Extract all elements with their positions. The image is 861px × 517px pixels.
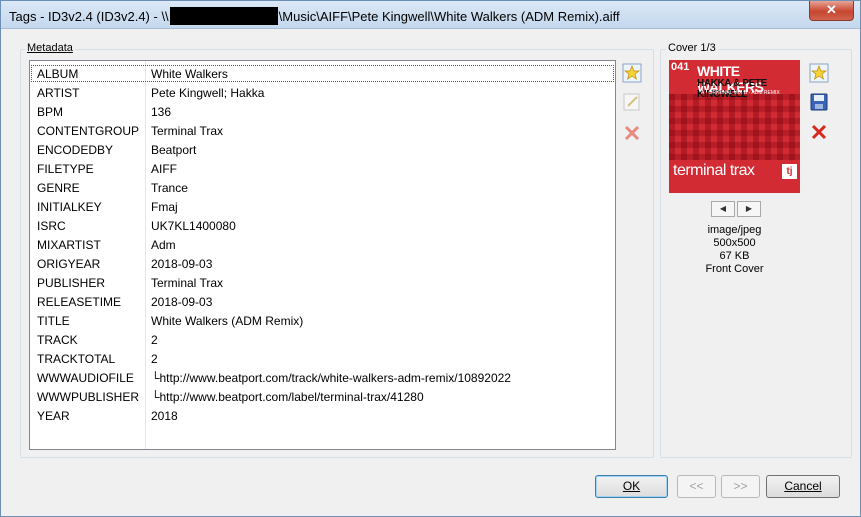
- table-row[interactable]: PUBLISHER Terminal Trax: [30, 273, 615, 292]
- table-row[interactable]: BPM 136: [30, 102, 615, 121]
- delete-tag-button[interactable]: [621, 122, 643, 144]
- cover-label-name: terminal trax: [673, 162, 755, 179]
- tag-key: FILETYPE: [37, 162, 94, 176]
- table-row[interactable]: ORIGYEAR 2018-09-03: [30, 254, 615, 273]
- table-row[interactable]: TRACK 2: [30, 330, 615, 349]
- tag-key: GENRE: [37, 181, 80, 195]
- tag-value: AIFF: [151, 162, 177, 176]
- table-row[interactable]: FILETYPE AIFF: [30, 159, 615, 178]
- tag-value: 2: [151, 333, 158, 347]
- cover-dimensions: 500x500: [713, 237, 756, 249]
- cover-catalog-number: 041: [671, 61, 690, 73]
- next-cover-button[interactable]: ▶: [737, 201, 761, 217]
- add-tag-button[interactable]: [621, 62, 643, 84]
- cover-group-label: Cover 1/3: [666, 42, 718, 54]
- table-row[interactable]: ISRC UK7KL1400080: [30, 216, 615, 235]
- tag-key: CONTENTGROUP: [37, 124, 139, 138]
- tag-value: Adm: [151, 238, 176, 252]
- table-row[interactable]: MIXARTIST Adm: [30, 235, 615, 254]
- tag-key: ISRC: [37, 219, 66, 233]
- tag-key: TRACK: [37, 333, 78, 347]
- table-row[interactable]: GENRE Trance: [30, 178, 615, 197]
- table-row[interactable]: INITIALKEY Fmaj: [30, 197, 615, 216]
- cover-pattern: [669, 94, 800, 160]
- table-row[interactable]: TITLE White Walkers (ADM Remix): [30, 311, 615, 330]
- table-row[interactable]: CONTENTGROUP Terminal Trax: [30, 121, 615, 140]
- tag-key: ENCODEDBY: [37, 143, 114, 157]
- tag-value: UK7KL1400080: [151, 219, 236, 233]
- delete-x-icon: [624, 125, 640, 141]
- tag-key: BPM: [37, 105, 64, 119]
- tag-key: TRACKTOTAL: [37, 352, 116, 366]
- title-suffix: \Music\AIFF\Pete Kingwell\White Walkers …: [278, 9, 620, 24]
- tag-value: └http://www.beatport.com/track/white-wal…: [151, 371, 511, 385]
- metadata-list[interactable]: ALBUM White Walkers ARTIST Pete Kingwell; H…: [29, 60, 616, 450]
- metadata-group-label: Metadata: [25, 42, 75, 54]
- previous-file-button[interactable]: <<: [677, 475, 716, 498]
- tags-dialog: Tags - ID3v2.4 (ID3v2.4) - \\ \Music\AIFF…: [0, 0, 861, 517]
- table-row[interactable]: YEAR 2018: [30, 406, 615, 425]
- tag-key: ALBUM: [37, 67, 79, 81]
- edit-tag-button[interactable]: [621, 91, 643, 113]
- tag-value: Pete Kingwell; Hakka: [151, 86, 265, 100]
- cover-type: Front Cover: [705, 263, 764, 275]
- table-row[interactable]: ARTIST Pete Kingwell; Hakka: [30, 83, 615, 102]
- tag-key: TITLE: [37, 314, 70, 328]
- ok-button[interactable]: OK: [595, 475, 668, 498]
- cover-artists: HAKKA & PETE KINGWELL: [697, 78, 767, 100]
- new-star-icon: [809, 63, 829, 83]
- close-button[interactable]: ✕: [809, 1, 854, 21]
- delete-cover-button[interactable]: [808, 121, 830, 143]
- cover-art-image: 041 WHITE WALKERS HAKKA & PETE KINGWELL …: [669, 60, 800, 193]
- title-prefix: Tags - ID3v2.4 (ID3v2.4) - \\: [9, 9, 169, 24]
- tag-value: └http://www.beatport.com/label/terminal-…: [151, 390, 424, 404]
- tag-key: WWWAUDIOFILE: [37, 371, 134, 385]
- cover-size: 67 KB: [719, 250, 750, 262]
- tag-key: YEAR: [37, 409, 70, 423]
- tag-value: 2018-09-03: [151, 257, 213, 271]
- cover-subtitle: A - ORIGINAL MIX B - ADM REMIX: [701, 90, 780, 96]
- tag-value: 2018: [151, 409, 178, 423]
- window-title: Tags - ID3v2.4 (ID3v2.4) - \\ \Music\AIFF…: [9, 7, 620, 25]
- table-row[interactable]: TRACKTOTAL 2: [30, 349, 615, 368]
- cover-mime: image/jpeg: [707, 224, 762, 236]
- table-row[interactable]: ALBUM White Walkers: [30, 64, 615, 83]
- table-row[interactable]: RELEASETIME 2018-09-03: [30, 292, 615, 311]
- tag-value: 2: [151, 352, 158, 366]
- tag-value: Terminal Trax: [151, 124, 224, 138]
- tag-value: 136: [151, 105, 172, 119]
- tag-value: Beatport: [151, 143, 197, 157]
- tag-value: 2018-09-03: [151, 295, 213, 309]
- next-file-button[interactable]: >>: [721, 475, 760, 498]
- title-bar[interactable]: Tags - ID3v2.4 (ID3v2.4) - \\ \Music\AIFF…: [1, 1, 860, 29]
- tag-value: White Walkers: [151, 67, 228, 81]
- prev-cover-button[interactable]: ◀: [711, 201, 735, 217]
- delete-x-icon: [811, 124, 827, 140]
- new-star-icon: [622, 63, 642, 83]
- cancel-button[interactable]: Cancel: [766, 475, 840, 498]
- tag-key: INITIALKEY: [37, 200, 102, 214]
- add-cover-button[interactable]: [808, 62, 830, 84]
- tag-key: MIXARTIST: [37, 238, 101, 252]
- tag-key: ORIGYEAR: [37, 257, 101, 271]
- cover-logo: tj: [782, 164, 797, 179]
- tag-key: WWWPUBLISHER: [37, 390, 139, 404]
- tag-key: ARTIST: [37, 86, 80, 100]
- tag-key: PUBLISHER: [37, 276, 106, 290]
- edit-icon: [623, 93, 640, 111]
- tag-value: Trance: [151, 181, 188, 195]
- save-cover-button[interactable]: [808, 91, 830, 113]
- table-row[interactable]: WWWPUBLISHER └http://www.beatport.com/lab…: [30, 387, 615, 406]
- redacted-block: [169, 7, 278, 25]
- tag-value: Fmaj: [151, 200, 178, 214]
- table-row[interactable]: ENCODEDBY Beatport: [30, 140, 615, 159]
- tag-value: Terminal Trax: [151, 276, 224, 290]
- tag-value: White Walkers (ADM Remix): [151, 314, 304, 328]
- tag-key: RELEASETIME: [37, 295, 122, 309]
- floppy-disk-icon: [810, 93, 828, 111]
- table-row[interactable]: WWWAUDIOFILE └http://www.beatport.com/tra…: [30, 368, 615, 387]
